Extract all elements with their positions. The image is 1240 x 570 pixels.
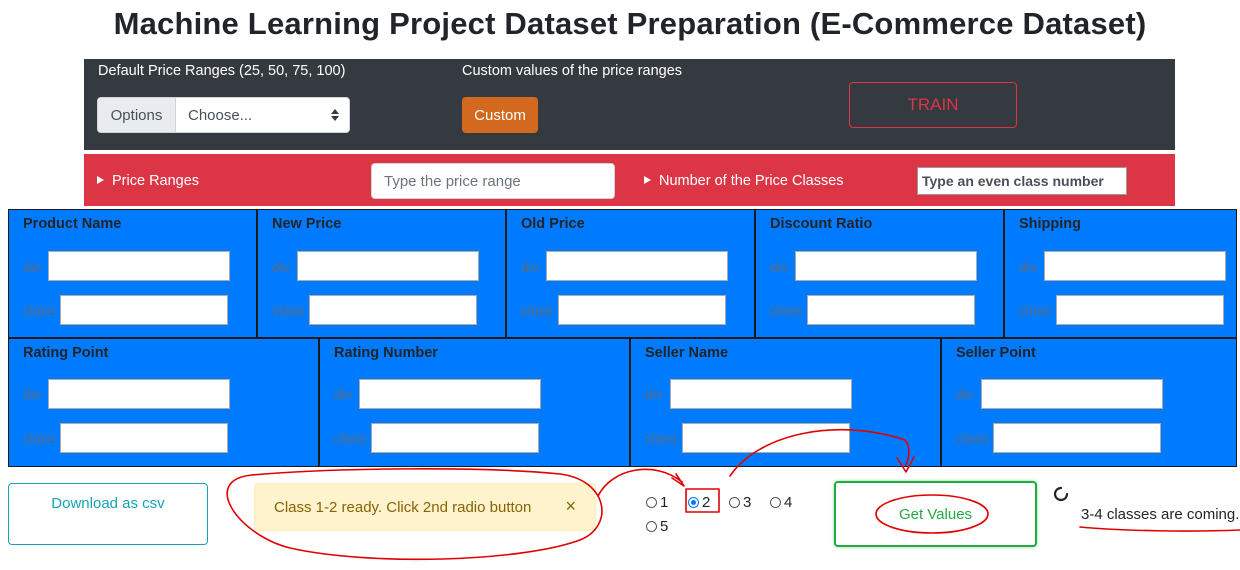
div-input[interactable]: [297, 251, 479, 281]
custom-ranges-label: Custom values of the price ranges: [462, 63, 683, 79]
radio-class-3[interactable]: 3: [729, 494, 751, 511]
div-label: div: [521, 259, 539, 275]
div-label: div: [956, 386, 974, 402]
loading-spinner-icon: [1053, 486, 1069, 502]
field-title: Old Price: [521, 216, 585, 232]
field-title: Rating Number: [334, 345, 438, 361]
field-cell-old-price: Old Price div class: [506, 209, 755, 338]
div-input[interactable]: [981, 379, 1163, 409]
div-input[interactable]: [670, 379, 852, 409]
alert-text: Class 1-2 ready. Click 2nd radio button: [274, 498, 532, 516]
div-input[interactable]: [48, 379, 230, 409]
field-cell-product-name: Product Name div class: [8, 209, 257, 338]
div-input[interactable]: [48, 251, 230, 281]
get-values-button[interactable]: Get Values: [834, 481, 1037, 547]
class-input[interactable]: [371, 423, 539, 453]
triangle-right-icon: [97, 176, 104, 184]
close-icon[interactable]: ×: [565, 496, 576, 517]
radio-label: 1: [660, 494, 669, 511]
radio-class-5[interactable]: 5: [646, 518, 668, 535]
page-title: Machine Learning Project Dataset Prepara…: [113, 6, 1147, 41]
field-title: Seller Point: [956, 345, 1036, 361]
div-label: div: [334, 386, 352, 402]
class-label: class: [521, 302, 553, 318]
price-range-select[interactable]: Options Choose...: [97, 97, 350, 133]
div-label: div: [1019, 259, 1037, 275]
annotation-arrowhead-radio: [671, 473, 685, 487]
field-title: Rating Point: [23, 345, 109, 361]
price-range-input[interactable]: Type the price range: [371, 163, 615, 199]
radio-circle[interactable]: [646, 497, 657, 508]
train-button[interactable]: TRAIN: [849, 82, 1017, 128]
field-cell-seller-name: Seller Name div class: [630, 338, 941, 467]
class-input[interactable]: [558, 295, 726, 325]
radio-label: 4: [784, 494, 793, 511]
price-classes-label: Number of the Price Classes: [659, 173, 844, 189]
download-csv-button[interactable]: Download as csv: [8, 483, 208, 545]
radio-circle[interactable]: [688, 497, 699, 508]
div-input[interactable]: [546, 251, 728, 281]
class-label: class: [23, 302, 55, 318]
class-label: class: [272, 302, 304, 318]
radio-label: 5: [660, 518, 669, 535]
class-label: class: [770, 302, 802, 318]
radio-class-1[interactable]: 1: [646, 494, 668, 511]
field-title: Product Name: [23, 216, 122, 232]
select-value: Choose...: [188, 106, 253, 124]
price-ranges-label: Price Ranges: [112, 173, 200, 189]
div-input[interactable]: [359, 379, 541, 409]
options-label: Options: [98, 98, 176, 132]
class-input[interactable]: [682, 423, 850, 453]
radio-circle[interactable]: [729, 497, 740, 508]
default-ranges-label: Default Price Ranges (25, 50, 75, 100): [98, 63, 346, 79]
field-cell-new-price: New Price div class: [257, 209, 506, 338]
class-label: class: [645, 430, 677, 446]
radio-circle[interactable]: [770, 497, 781, 508]
annotation-underline-status: [1079, 526, 1240, 532]
div-input[interactable]: [1044, 251, 1226, 281]
price-classes-toggle[interactable]: Number of the Price Classes: [644, 173, 844, 189]
class-label: class: [956, 430, 988, 446]
class-input[interactable]: [807, 295, 975, 325]
radio-class-2[interactable]: 2: [688, 494, 710, 511]
price-range-dropdown[interactable]: Choose...: [176, 98, 349, 132]
class-label: class: [23, 430, 55, 446]
class-number-input[interactable]: Type an even class number: [917, 167, 1127, 195]
status-text: 3-4 classes are coming.: [1081, 506, 1240, 523]
div-input[interactable]: [795, 251, 977, 281]
class-label: class: [1019, 302, 1051, 318]
field-cell-seller-point: Seller Point div class: [941, 338, 1237, 467]
class-input[interactable]: [1056, 295, 1224, 325]
div-label: div: [23, 259, 41, 275]
div-label: div: [23, 386, 41, 402]
field-cell-rating-number: Rating Number div class: [319, 338, 630, 467]
class-input[interactable]: [60, 423, 228, 453]
field-title: Discount Ratio: [770, 216, 873, 232]
div-label: div: [272, 259, 290, 275]
triangle-right-icon: [644, 176, 651, 184]
alert-message: Class 1-2 ready. Click 2nd radio button …: [254, 483, 596, 531]
div-label: div: [770, 259, 788, 275]
radio-class-4[interactable]: 4: [770, 494, 792, 511]
field-cell-rating-point: Rating Point div class: [8, 338, 319, 467]
price-ranges-toggle[interactable]: Price Ranges: [97, 173, 199, 189]
field-cell-shipping: Shipping div class: [1004, 209, 1237, 338]
custom-button[interactable]: Custom: [462, 97, 538, 133]
annotation-arrow-to-radio: [597, 468, 683, 497]
div-label: div: [645, 386, 663, 402]
class-input[interactable]: [993, 423, 1161, 453]
field-cell-discount-ratio: Discount Ratio div class: [755, 209, 1004, 338]
field-title: Shipping: [1019, 216, 1082, 232]
class-label: class: [334, 430, 366, 446]
updown-arrow-icon: [331, 109, 339, 121]
field-title: Seller Name: [645, 345, 729, 361]
class-input[interactable]: [60, 295, 228, 325]
radio-label: 2: [702, 494, 711, 511]
radio-circle[interactable]: [646, 521, 657, 532]
radio-label: 3: [743, 494, 752, 511]
class-input[interactable]: [309, 295, 477, 325]
field-title: New Price: [272, 216, 342, 232]
